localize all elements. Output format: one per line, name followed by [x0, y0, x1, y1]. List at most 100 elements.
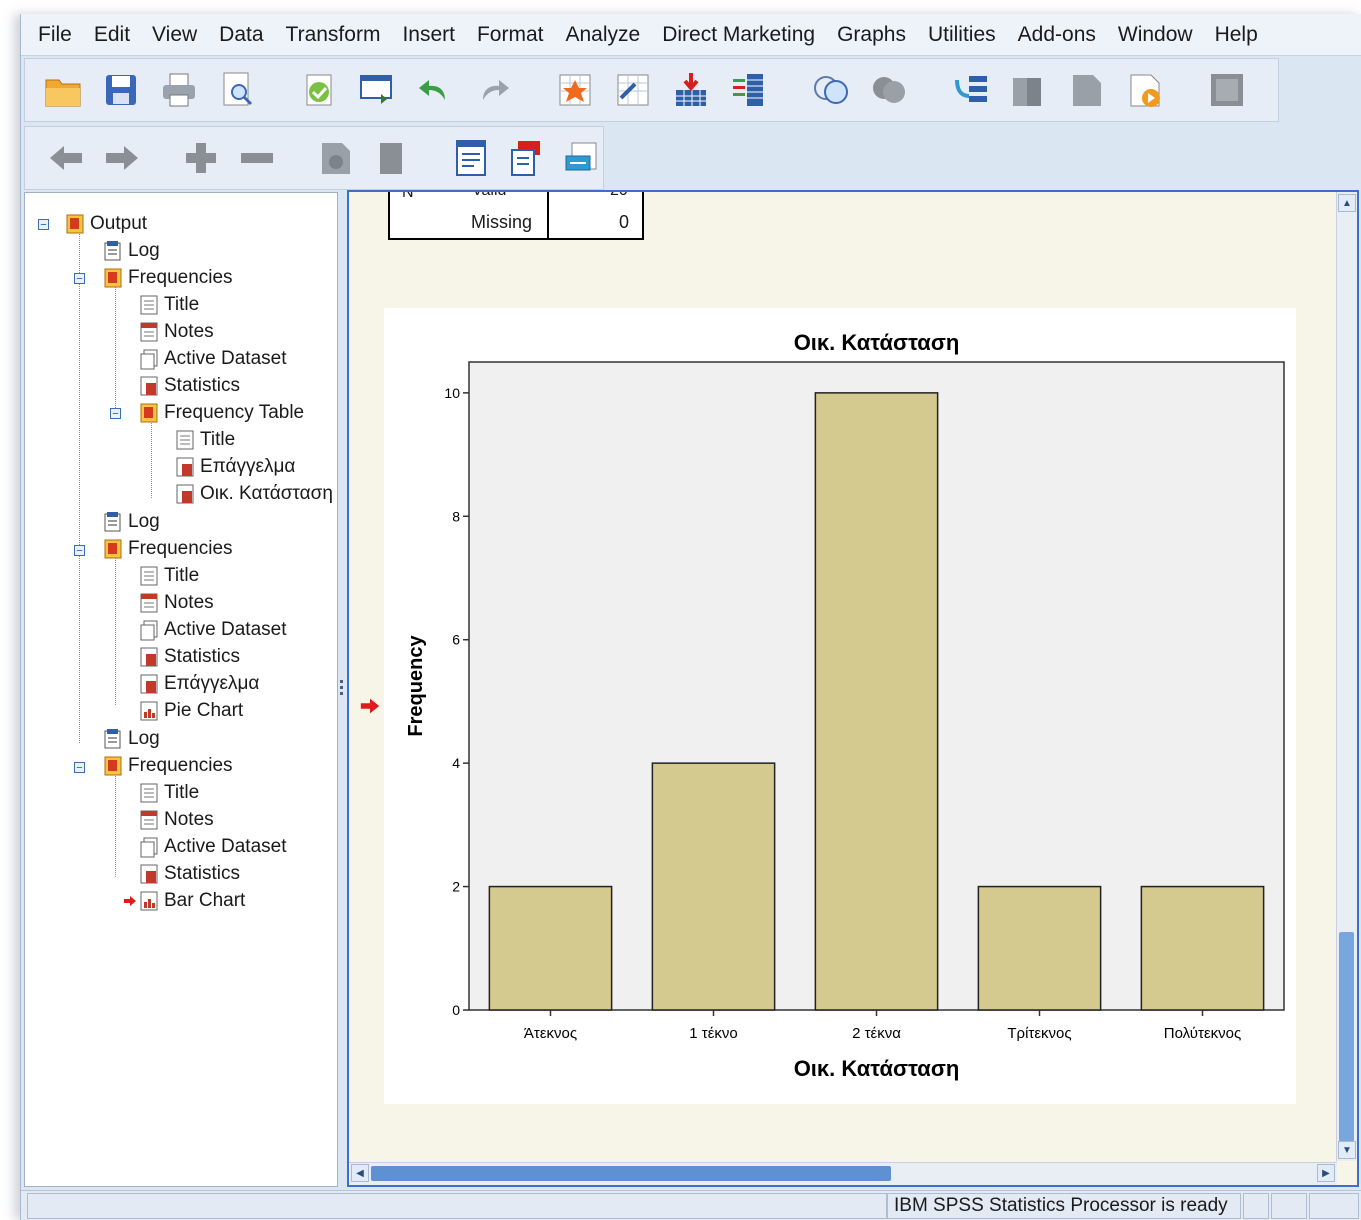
insert-output-icon[interactable]	[1205, 68, 1249, 112]
output-content-pane[interactable]: N Valid 20 Missing 0 Οικ. Κατάσταση 0 2 4 6 8…	[347, 190, 1359, 1187]
export-icon[interactable]	[297, 68, 341, 112]
bar	[651, 762, 776, 1011]
hide-icon[interactable]	[867, 68, 911, 112]
outline-item-notes[interactable]: Notes	[139, 319, 214, 345]
bar-chart[interactable]: Οικ. Κατάσταση 0 2 4 6 8 10 Frequency Άτεκνος 1 τ…	[384, 308, 1296, 1104]
menu-direct-marketing[interactable]: Direct Marketing	[651, 23, 826, 47]
print-preview-icon[interactable]	[215, 68, 259, 112]
scroll-down-button[interactable]: ▼	[1338, 1141, 1356, 1159]
insert-heading-icon[interactable]	[450, 136, 492, 180]
outline-item-label: Notes	[164, 809, 214, 830]
menu-add-ons[interactable]: Add-ons	[1007, 23, 1107, 47]
outline-item-title[interactable]: Title	[139, 292, 199, 318]
outline-item-title[interactable]: Title	[175, 427, 235, 453]
menu-help[interactable]: Help	[1204, 23, 1269, 47]
scroll-left-button[interactable]: ◀	[351, 1164, 369, 1182]
menu-file[interactable]: File	[27, 23, 83, 47]
outline-item-frequencies[interactable]: Frequencies	[103, 536, 233, 562]
menu-edit[interactable]: Edit	[83, 23, 141, 47]
outline-item-active-dataset[interactable]: Active Dataset	[139, 617, 287, 643]
pane-splitter[interactable]	[338, 192, 346, 1187]
insert-title-icon[interactable]	[506, 136, 548, 180]
outline-item-statistics[interactable]: Statistics	[139, 644, 240, 670]
print-icon[interactable]	[157, 68, 201, 112]
collapse-toggle[interactable]: −	[38, 219, 49, 231]
outline-item-notes[interactable]: Notes	[139, 590, 214, 616]
open-folder-icon[interactable]	[41, 68, 85, 112]
show-icon[interactable]	[315, 136, 357, 180]
designate-window-icon[interactable]	[949, 68, 993, 112]
outline-item-frequencies[interactable]: Frequencies	[103, 753, 233, 779]
outline-item-title[interactable]: Title	[139, 563, 199, 589]
select-last-output-icon[interactable]	[1007, 68, 1051, 112]
outline-item-output[interactable]: Output	[65, 211, 147, 237]
collapse-toggle[interactable]: −	[74, 762, 85, 774]
outline-item-title[interactable]: Title	[139, 780, 199, 806]
recall-dialog-icon[interactable]	[355, 68, 399, 112]
demote-icon[interactable]	[1123, 68, 1167, 112]
save-icon[interactable]	[99, 68, 143, 112]
menu-graphs[interactable]: Graphs	[826, 23, 917, 47]
y-tick-label: 4	[452, 755, 460, 771]
outline-item-marital-table[interactable]: Οικ. Κατάσταση	[175, 481, 333, 507]
outline-item-active-dataset[interactable]: Active Dataset	[139, 346, 287, 372]
outline-item-log[interactable]: Log	[103, 509, 160, 535]
goto-variable-icon[interactable]	[669, 68, 713, 112]
insert-text-icon[interactable]	[561, 136, 603, 180]
outline-item-statistics[interactable]: Statistics	[139, 373, 240, 399]
menu-analyze[interactable]: Analyze	[554, 23, 651, 47]
undo-icon[interactable]	[413, 68, 457, 112]
outline-item-log[interactable]: Log	[103, 726, 160, 752]
forward-icon[interactable]	[101, 136, 143, 180]
menu-insert[interactable]: Insert	[391, 23, 466, 47]
outline-item-log[interactable]: Log	[103, 238, 160, 264]
stats-n-label: N	[402, 190, 414, 201]
expand-icon[interactable]	[180, 136, 222, 180]
status-message: IBM SPSS Statistics Processor is ready	[887, 1193, 1241, 1219]
scroll-up-button[interactable]: ▲	[1338, 194, 1356, 212]
procedure-book-icon	[104, 539, 122, 559]
menu-transform[interactable]: Transform	[275, 23, 392, 47]
outline-item-bar-chart[interactable]: Bar Chart	[123, 888, 245, 914]
statistics-table: N Valid 20 Missing 0	[388, 190, 644, 240]
collapse-icon[interactable]	[236, 136, 278, 180]
outline-item-occupation-table[interactable]: Επάγγελμα	[175, 454, 295, 480]
menu-window[interactable]: Window	[1107, 23, 1204, 47]
goto-case-icon[interactable]	[611, 68, 655, 112]
outline-item-frequencies[interactable]: Frequencies	[103, 265, 233, 291]
outline-item-label: Επάγγελμα	[200, 456, 296, 477]
collapse-toggle[interactable]: −	[110, 408, 121, 420]
vertical-scroll-thumb[interactable]	[1339, 932, 1354, 1142]
promote-icon[interactable]	[1065, 68, 1109, 112]
selection-arrow-icon	[124, 896, 136, 906]
outline-item-label: Frequency Table	[164, 402, 305, 423]
menu-view[interactable]: View	[141, 23, 208, 47]
bar	[488, 885, 613, 1011]
variables-icon[interactable]	[727, 68, 771, 112]
show-all-icon[interactable]	[809, 68, 853, 112]
outline-item-label: Frequencies	[128, 267, 233, 288]
hide-item-icon[interactable]	[371, 136, 413, 180]
spss-viewer-window: File Edit View Data Transform Insert For…	[20, 14, 1361, 1220]
outline-item-occupation-table[interactable]: Επάγγελμα	[139, 671, 259, 697]
horizontal-scrollbar[interactable]: ◀ ▶	[349, 1162, 1337, 1185]
menu-data[interactable]: Data	[208, 23, 274, 47]
active-dataset-icon	[140, 349, 158, 370]
collapse-toggle[interactable]: −	[74, 273, 85, 285]
vertical-scrollbar[interactable]: ▲ ▼	[1336, 192, 1357, 1161]
menu-utilities[interactable]: Utilities	[917, 23, 1007, 47]
horizontal-scroll-thumb[interactable]	[371, 1166, 891, 1181]
goto-data-icon[interactable]	[553, 68, 597, 112]
outline-item-notes[interactable]: Notes	[139, 807, 214, 833]
outline-item-frequency-table[interactable]: Frequency Table	[139, 400, 304, 426]
outline-pane[interactable]: − − − − − Output Log Frequencies Title N…	[24, 192, 338, 1187]
outline-item-pie-chart[interactable]: Pie Chart	[139, 698, 243, 724]
outline-item-statistics[interactable]: Statistics	[139, 861, 240, 887]
redo-icon[interactable]	[471, 68, 515, 112]
back-icon[interactable]	[45, 136, 87, 180]
scroll-right-button[interactable]: ▶	[1317, 1164, 1335, 1182]
collapse-toggle[interactable]: −	[74, 545, 85, 557]
outline-item-active-dataset[interactable]: Active Dataset	[139, 834, 287, 860]
tree-line	[79, 223, 80, 743]
menu-format[interactable]: Format	[466, 23, 555, 47]
